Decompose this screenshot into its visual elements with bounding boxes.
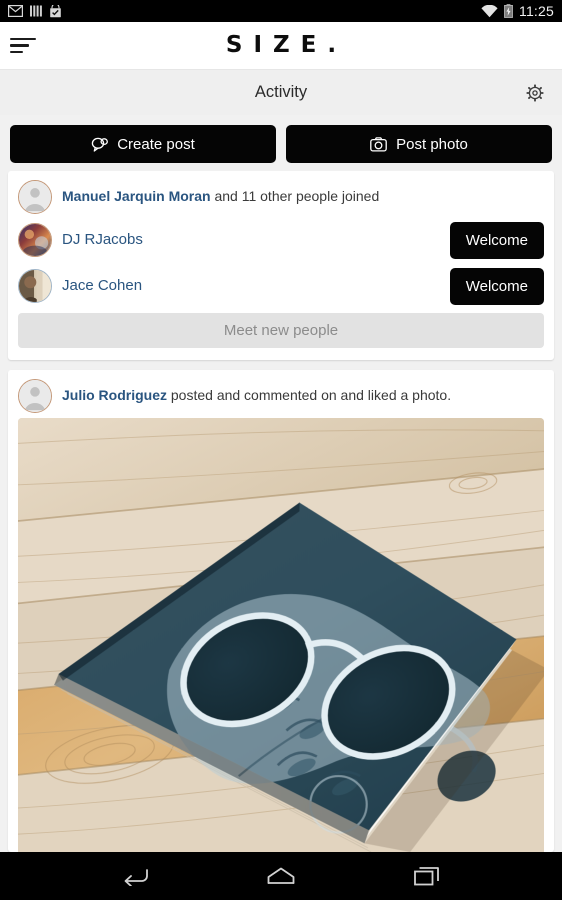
hamburger-line-1 xyxy=(10,37,36,41)
system-navigation-bar xyxy=(0,852,562,900)
hamburger-line-3 xyxy=(10,50,23,54)
activity-feed: Manuel Jarquin Moran and 11 other people… xyxy=(0,171,562,852)
default-person-avatar-icon xyxy=(19,181,51,213)
photo-post-header: Julio Rodriguez posted and commented on … xyxy=(8,370,554,416)
post-author-name[interactable]: Julio Rodriguez xyxy=(62,387,167,403)
photo-avatar-dj-rjacobs xyxy=(19,224,51,256)
list-item-label: DJ RJacobs xyxy=(62,231,450,250)
gear-icon[interactable] xyxy=(522,80,548,106)
shopping-bag-check-icon xyxy=(50,4,61,17)
signal-bars-icon xyxy=(30,5,42,17)
wifi-icon xyxy=(481,4,498,17)
status-bar-system: 11:25 xyxy=(481,3,554,19)
person-name[interactable]: DJ RJacobs xyxy=(62,231,143,248)
post-photo-label: Post photo xyxy=(396,135,468,153)
create-post-label: Create post xyxy=(117,135,195,153)
status-bar-notifications xyxy=(8,4,62,18)
welcome-button[interactable]: Welcome xyxy=(449,267,544,305)
app-logo: SIZE. xyxy=(225,32,348,58)
page-title: Activity xyxy=(254,83,308,101)
status-bar-clock: 11:25 xyxy=(519,3,554,19)
camera-icon xyxy=(370,136,387,152)
hamburger-menu-icon[interactable] xyxy=(8,35,38,57)
joined-user-name[interactable]: Manuel Jarquin Moran xyxy=(62,188,211,204)
app-header: SIZE. xyxy=(0,22,562,70)
phone-screen: 11:25 SIZE. Activity Create post Post ph… xyxy=(0,0,562,900)
post-photo-image xyxy=(18,418,544,852)
post-photo-button[interactable]: Post photo xyxy=(286,125,552,163)
battery-charging-icon xyxy=(504,4,513,18)
avatar[interactable] xyxy=(18,269,52,303)
avatar[interactable] xyxy=(18,379,52,413)
activity-bar: Activity xyxy=(0,70,562,115)
action-button-row: Create post Post photo xyxy=(0,115,562,171)
welcome-button[interactable]: Welcome xyxy=(449,221,544,259)
default-person-avatar-icon xyxy=(19,380,51,412)
hamburger-line-2 xyxy=(10,44,29,47)
chat-bubble-icon xyxy=(91,137,109,152)
post-photo[interactable] xyxy=(18,418,544,852)
create-post-button[interactable]: Create post xyxy=(10,125,276,163)
joined-summary-text: Manuel Jarquin Moran and 11 other people… xyxy=(62,188,544,206)
photo-post-header-text: Julio Rodriguez posted and commented on … xyxy=(62,387,544,405)
gmail-icon xyxy=(8,5,23,17)
avatar[interactable] xyxy=(18,223,52,257)
photo-post-card: Julio Rodriguez posted and commented on … xyxy=(8,370,554,852)
list-item-label: Jace Cohen xyxy=(62,277,450,296)
people-joined-card: Manuel Jarquin Moran and 11 other people… xyxy=(8,171,554,360)
home-icon[interactable] xyxy=(261,859,301,893)
status-bar: 11:25 xyxy=(0,0,562,22)
joined-suffix-text: and 11 other people joined xyxy=(210,188,380,205)
photo-avatar-jace-cohen xyxy=(19,270,51,302)
back-arrow-icon[interactable] xyxy=(115,859,155,893)
joined-summary-row: Manuel Jarquin Moran and 11 other people… xyxy=(8,171,554,217)
avatar[interactable] xyxy=(18,180,52,214)
list-item: Jace Cohen Welcome xyxy=(8,263,554,309)
post-action-text: posted and commented on and liked a phot… xyxy=(167,387,452,404)
person-name[interactable]: Jace Cohen xyxy=(62,277,142,294)
recent-apps-icon[interactable] xyxy=(407,859,447,893)
list-item: DJ RJacobs Welcome xyxy=(8,217,554,263)
meet-new-people-button[interactable]: Meet new people xyxy=(18,313,544,348)
